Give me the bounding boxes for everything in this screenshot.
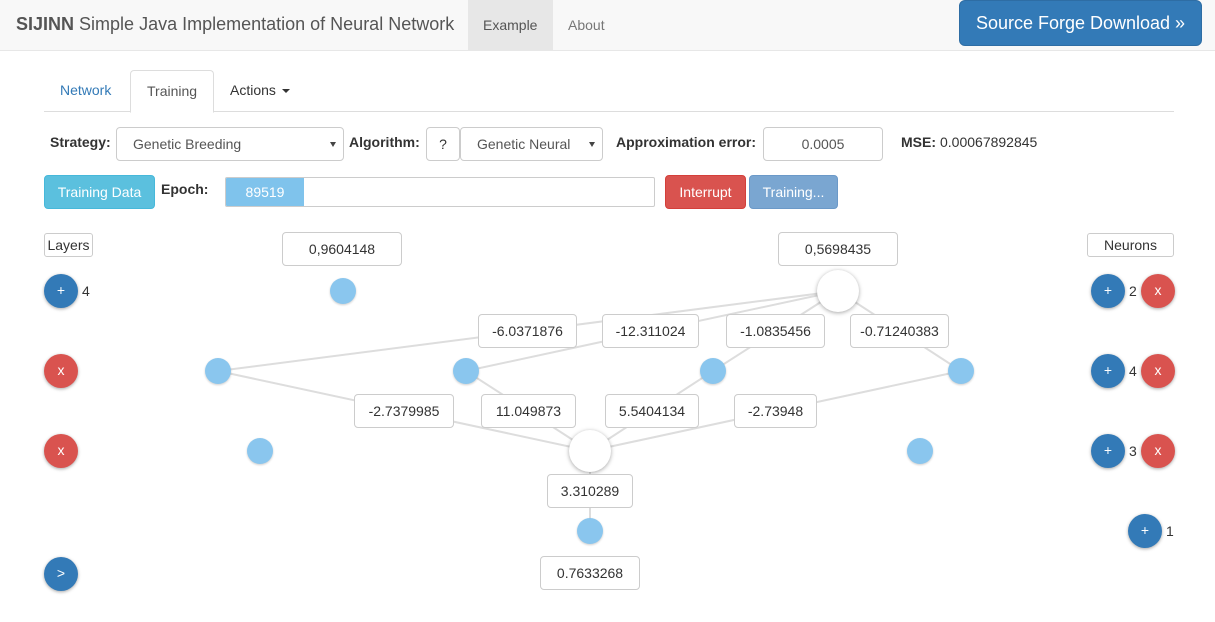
final-output-field[interactable]: 0.7633268	[540, 556, 640, 590]
remove-neuron-button[interactable]: x	[1141, 274, 1175, 308]
neuron-count: 4	[1129, 363, 1137, 379]
input-neuron[interactable]	[330, 278, 356, 304]
remove-neuron-button[interactable]: x	[1141, 434, 1175, 468]
hidden-neuron[interactable]	[205, 358, 231, 384]
run-button[interactable]: >	[44, 557, 78, 591]
input-value-field[interactable]: 0,9604148	[282, 232, 402, 266]
weight-field[interactable]: 11.049873	[481, 394, 576, 428]
neuron-output-field[interactable]: 3.310289	[547, 474, 633, 508]
add-neuron-button[interactable]: +	[1091, 274, 1125, 308]
neuron-count: 1	[1166, 523, 1174, 539]
weight-field[interactable]: -2.7379985	[354, 394, 454, 428]
neuron-count: 2	[1129, 283, 1137, 299]
remove-layer-button[interactable]: x	[44, 434, 78, 468]
hidden-neuron[interactable]	[907, 438, 933, 464]
weight-field[interactable]: -6.0371876	[478, 314, 577, 348]
weight-field[interactable]: -0.71240383	[850, 314, 949, 348]
remove-neuron-button[interactable]: x	[1141, 354, 1175, 388]
network-edges	[217, 290, 962, 531]
add-neuron-button[interactable]: +	[1091, 354, 1125, 388]
weight-field[interactable]: -2.73948	[734, 394, 817, 428]
layer-count: 4	[82, 283, 90, 299]
add-neuron-button[interactable]: +	[1091, 434, 1125, 468]
remove-layer-button[interactable]: x	[44, 354, 78, 388]
hidden-neuron[interactable]	[247, 438, 273, 464]
hidden-neuron[interactable]	[453, 358, 479, 384]
input-value-field[interactable]: 0,5698435	[778, 232, 898, 266]
neurons-label: Neurons	[1087, 233, 1174, 257]
layers-label: Layers	[44, 233, 93, 257]
output-neuron[interactable]	[577, 518, 603, 544]
hidden-neuron-selected[interactable]	[569, 430, 611, 472]
add-layer-button[interactable]: +	[44, 274, 78, 308]
input-neuron-selected[interactable]	[817, 270, 859, 312]
weight-field[interactable]: -12.311024	[602, 314, 699, 348]
weight-field[interactable]: 5.5404134	[605, 394, 699, 428]
weight-field[interactable]: -1.0835456	[726, 314, 825, 348]
hidden-neuron[interactable]	[700, 358, 726, 384]
add-neuron-button[interactable]: +	[1128, 514, 1162, 548]
hidden-neuron[interactable]	[948, 358, 974, 384]
neuron-count: 3	[1129, 443, 1137, 459]
